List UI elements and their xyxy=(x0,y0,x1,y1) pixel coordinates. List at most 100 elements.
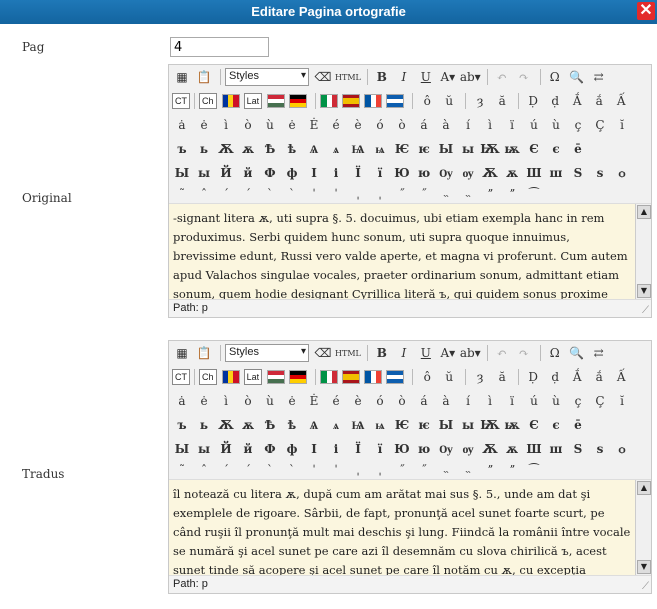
char-button[interactable]: ѫ xyxy=(238,415,258,435)
table-icon[interactable]: ▦ xyxy=(172,67,192,87)
char-button[interactable]: ѫ xyxy=(502,163,522,183)
eraser-icon[interactable]: ⌫ xyxy=(313,343,333,363)
char-button[interactable]: й xyxy=(238,439,258,459)
scroll-up-icon[interactable]: ▲ xyxy=(637,481,651,495)
char-button[interactable]: ѭ xyxy=(502,415,522,435)
char-button[interactable]: ѹ xyxy=(458,439,478,459)
char-button[interactable]: ĭ xyxy=(612,115,632,135)
italy-flag-icon[interactable] xyxy=(320,370,339,384)
char-button[interactable]: ѫ xyxy=(502,439,522,459)
char-button[interactable]: ˊ xyxy=(238,461,258,479)
ch-button[interactable]: Ch xyxy=(199,93,217,109)
table-icon[interactable]: ▦ xyxy=(172,343,192,363)
char-button[interactable]: Ы xyxy=(436,415,456,435)
char-button[interactable]: Ç xyxy=(590,391,610,411)
char-button[interactable]: ю xyxy=(414,163,434,183)
char-button[interactable]: ì xyxy=(216,115,236,135)
char-button[interactable]: ˈ xyxy=(304,185,324,203)
char-button[interactable]: Ấ xyxy=(611,91,631,111)
char-button[interactable]: ó xyxy=(370,115,390,135)
char-button[interactable]: Є xyxy=(524,139,544,159)
char-button[interactable]: ė xyxy=(282,115,302,135)
char-button[interactable]: ˝ xyxy=(392,185,412,203)
scrollbar[interactable]: ▲ ▼ xyxy=(635,480,651,575)
char-button[interactable]: ˋ xyxy=(260,461,280,479)
char-button[interactable]: Ю xyxy=(392,163,412,183)
char-button[interactable]: è xyxy=(348,391,368,411)
char-button[interactable]: Ш xyxy=(524,439,544,459)
char-button[interactable]: ù xyxy=(260,115,280,135)
char-button[interactable]: é xyxy=(326,391,346,411)
styles-dropdown[interactable]: Styles xyxy=(225,68,309,86)
char-button[interactable]: ь xyxy=(194,415,214,435)
char-button[interactable]: ė xyxy=(194,391,214,411)
char-button[interactable]: ç xyxy=(568,115,588,135)
char-button[interactable]: à xyxy=(436,115,456,135)
italic-button[interactable]: I xyxy=(394,67,414,87)
char-button[interactable]: Ѣ xyxy=(260,415,280,435)
char-button[interactable]: ˊ xyxy=(216,185,236,203)
char-button[interactable]: ˌ xyxy=(370,185,390,203)
char-button[interactable]: Ḍ xyxy=(523,91,543,111)
char-button[interactable]: ò xyxy=(238,391,258,411)
ct-button[interactable]: CT xyxy=(172,369,190,385)
char-button[interactable]: Ю xyxy=(392,439,412,459)
char-button[interactable]: ò xyxy=(392,115,412,135)
paste-icon[interactable]: 📋 xyxy=(194,67,214,87)
char-button[interactable]: ˵ xyxy=(436,185,456,203)
char-button[interactable]: ы xyxy=(458,139,478,159)
france-flag-icon[interactable] xyxy=(364,94,383,108)
char-button[interactable]: ї xyxy=(370,163,390,183)
char-button[interactable]: ы xyxy=(194,439,214,459)
char-button[interactable]: ˆ xyxy=(194,461,214,479)
char-button[interactable]: ȧ xyxy=(172,391,192,411)
char-button[interactable]: ˌ xyxy=(370,461,390,479)
undo-icon[interactable]: ↶ xyxy=(492,343,512,363)
html-button[interactable]: HTML xyxy=(335,67,361,87)
char-button[interactable]: ѧ xyxy=(326,415,346,435)
char-button[interactable]: ù xyxy=(546,115,566,135)
char-button[interactable]: ç xyxy=(568,391,588,411)
char-button[interactable]: ˝ xyxy=(414,461,434,479)
char-button[interactable]: ѕ xyxy=(590,163,610,183)
char-button[interactable]: ъ xyxy=(172,415,192,435)
char-button[interactable]: ˜ xyxy=(172,461,192,479)
char-button[interactable]: ы xyxy=(458,415,478,435)
char-button[interactable]: ь xyxy=(194,139,214,159)
char-button[interactable]: ˊ xyxy=(216,461,236,479)
char-button[interactable]: ô xyxy=(417,367,437,387)
original-text-area[interactable]: -signant litera ѫ, uti supra §. 5. docui… xyxy=(169,203,651,299)
germany-flag-icon[interactable] xyxy=(289,94,308,108)
char-button[interactable]: Ė xyxy=(304,391,324,411)
undo-icon[interactable]: ↶ xyxy=(492,67,512,87)
char-button[interactable]: Ấ xyxy=(611,367,631,387)
close-button[interactable]: ✕ xyxy=(637,2,655,20)
bold-button[interactable]: B xyxy=(372,343,392,363)
char-button[interactable]: ф xyxy=(282,439,302,459)
redo-icon[interactable]: ↷ xyxy=(514,67,534,87)
char-button[interactable]: ˈ xyxy=(326,185,346,203)
char-button[interactable]: ˮ xyxy=(480,185,500,203)
text-color-icon[interactable]: A▾ xyxy=(438,67,458,87)
char-button[interactable]: ѣ xyxy=(282,139,302,159)
spain-flag-icon[interactable] xyxy=(342,370,361,384)
char-button[interactable]: Ф xyxy=(260,163,280,183)
char-button[interactable]: Ắ xyxy=(567,367,587,387)
char-button[interactable]: Ѫ xyxy=(480,163,500,183)
char-button[interactable]: ˜ xyxy=(172,185,192,203)
char-button[interactable]: Ḍ xyxy=(523,367,543,387)
html-button[interactable]: HTML xyxy=(335,343,361,363)
char-button[interactable]: ˋ xyxy=(260,185,280,203)
char-button[interactable]: Ѕ xyxy=(568,439,588,459)
char-button[interactable]: Ы xyxy=(172,163,192,183)
ch-button[interactable]: Ch xyxy=(199,369,217,385)
char-button[interactable]: ˊ xyxy=(238,185,258,203)
char-button[interactable]: є xyxy=(546,139,566,159)
char-button[interactable]: Ѹ xyxy=(436,439,456,459)
find-icon[interactable]: 🔍 xyxy=(567,343,587,363)
char-button[interactable]: í xyxy=(458,115,478,135)
char-button[interactable]: ì xyxy=(480,115,500,135)
char-button[interactable]: ē xyxy=(568,139,588,159)
char-button[interactable]: Ї xyxy=(348,163,368,183)
highlight-icon[interactable]: ab▾ xyxy=(460,343,481,363)
